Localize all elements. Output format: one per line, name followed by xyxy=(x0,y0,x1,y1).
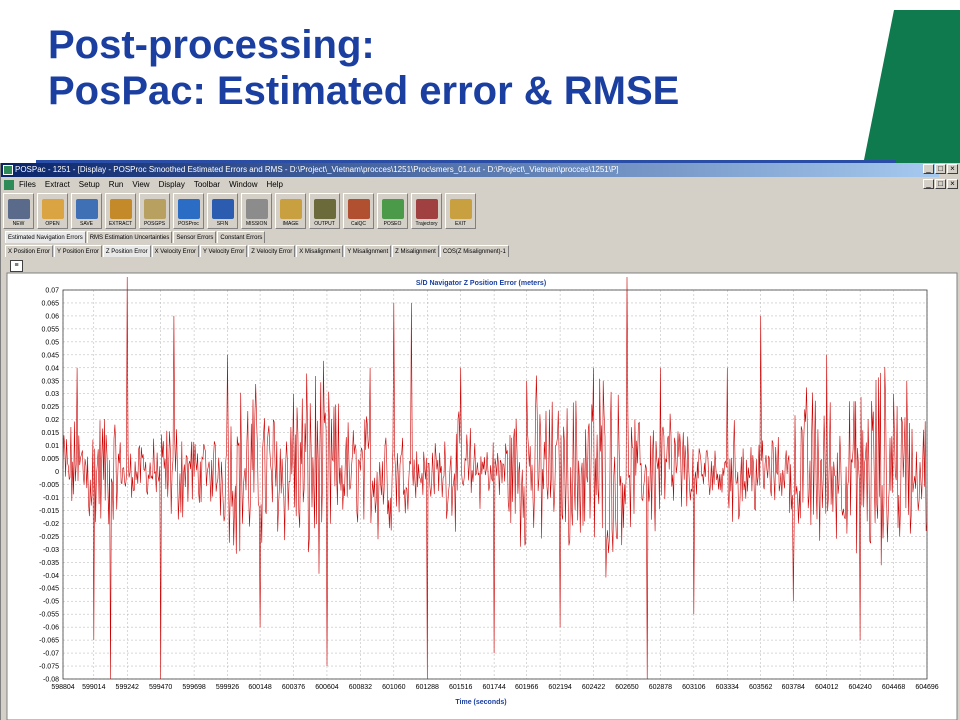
y-tick-label: 0.01 xyxy=(45,443,59,450)
x-tick-label: 601060 xyxy=(382,684,405,691)
y-tick-label: -0.01 xyxy=(43,495,59,502)
x-tick-label: 603562 xyxy=(749,684,772,691)
y-tick-label: 0.04 xyxy=(45,365,59,372)
y-tick-label: 0.005 xyxy=(41,456,59,463)
y-tick-label: 0.045 xyxy=(41,352,59,359)
y-tick-label: 0.035 xyxy=(41,378,59,385)
y-tick-label: -0.05 xyxy=(43,599,59,606)
x-tick-label: 600604 xyxy=(315,684,338,691)
y-tick-label: -0.07 xyxy=(43,651,59,658)
x-tick-label: 601288 xyxy=(416,684,439,691)
x-tick-label: 599242 xyxy=(116,684,139,691)
y-tick-label: -0.075 xyxy=(39,664,59,671)
chart-background xyxy=(6,272,958,720)
x-tick-label: 600376 xyxy=(282,684,305,691)
y-tick-label: -0.005 xyxy=(39,482,59,489)
slide-title: Post-processing: PosPac: Estimated error… xyxy=(48,22,868,114)
x-tick-label: 599014 xyxy=(82,684,105,691)
chart-title: S/D Navigator Z Position Error (meters) xyxy=(416,280,546,287)
x-tick-label: 603784 xyxy=(782,684,805,691)
y-tick-label: 0.03 xyxy=(45,391,59,398)
x-tick-label: 602194 xyxy=(548,684,571,691)
slide-title-line1: Post-processing: xyxy=(48,23,375,67)
y-tick-label: 0 xyxy=(55,469,59,476)
y-tick-label: -0.04 xyxy=(43,573,59,580)
y-tick-label: -0.015 xyxy=(39,508,59,515)
x-tick-label: 602878 xyxy=(649,684,672,691)
x-tick-label: 601744 xyxy=(482,684,505,691)
y-tick-label: -0.025 xyxy=(39,534,59,541)
y-tick-label: -0.055 xyxy=(39,612,59,619)
z-position-error-chart: S/D Navigator Z Position Error (meters) … xyxy=(6,272,958,720)
y-tick-label: -0.06 xyxy=(43,625,59,632)
y-tick-label: 0.055 xyxy=(41,326,59,333)
y-tick-label: 0.02 xyxy=(45,417,59,424)
y-tick-label: 0.07 xyxy=(45,288,59,295)
y-tick-label: -0.03 xyxy=(43,547,59,554)
y-tick-label: 0.05 xyxy=(45,339,59,346)
x-tick-label: 600148 xyxy=(248,684,271,691)
x-tick-label: 599698 xyxy=(182,684,205,691)
y-tick-label: -0.045 xyxy=(39,586,59,593)
y-tick-label: 0.025 xyxy=(41,404,59,411)
x-axis-label: Time (seconds) xyxy=(455,699,506,706)
y-tick-label: -0.065 xyxy=(39,638,59,645)
y-tick-label: 0.065 xyxy=(41,300,59,307)
y-tick-label: 0.015 xyxy=(41,430,59,437)
x-tick-label: 598804 xyxy=(51,684,74,691)
x-tick-label: 602422 xyxy=(582,684,605,691)
x-tick-label: 599470 xyxy=(149,684,172,691)
x-tick-label: 603106 xyxy=(682,684,705,691)
y-tick-label: -0.035 xyxy=(39,560,59,567)
y-tick-label: -0.02 xyxy=(43,521,59,528)
x-tick-label: 601966 xyxy=(515,684,538,691)
x-tick-label: 600832 xyxy=(349,684,372,691)
x-tick-label: 604012 xyxy=(815,684,838,691)
x-tick-label: 604468 xyxy=(882,684,905,691)
x-tick-label: 602650 xyxy=(615,684,638,691)
x-tick-label: 604240 xyxy=(848,684,871,691)
y-tick-label: -0.08 xyxy=(43,677,59,684)
x-tick-label: 603334 xyxy=(716,684,739,691)
pospac-window: POSPac - 1251 - [Display - POSProc Smoot… xyxy=(0,163,960,720)
x-tick-label: 604696 xyxy=(915,684,938,691)
x-tick-label: 601516 xyxy=(449,684,472,691)
y-tick-label: 0.06 xyxy=(45,313,59,320)
slide-title-line2: PosPac: Estimated error & RMSE xyxy=(48,69,680,113)
x-tick-label: 599926 xyxy=(216,684,239,691)
